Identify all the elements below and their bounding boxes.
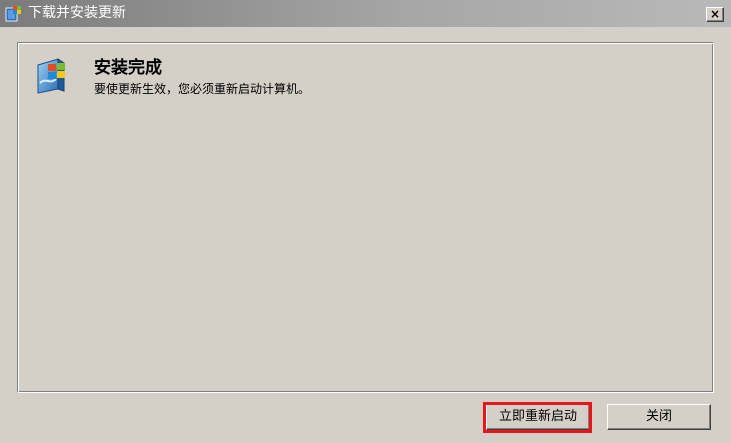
close-window-button[interactable]: × [706,7,724,22]
update-dialog-window: 下载并安装更新 × 安装完成 要使更新生效，您必须重新启动计算机。 立即重新启动… [0,0,731,443]
window-title: 下载并安装更新 [28,5,126,21]
windows-update-icon [5,5,23,23]
install-complete-heading: 安装完成 [94,58,162,78]
windows-update-icon [34,55,74,95]
close-button[interactable]: 关闭 [607,404,711,430]
title-bar[interactable]: 下载并安装更新 × [0,0,731,27]
restart-now-button[interactable]: 立即重新启动 [486,404,590,430]
restart-required-message: 要使更新生效，您必须重新启动计算机。 [94,82,311,96]
